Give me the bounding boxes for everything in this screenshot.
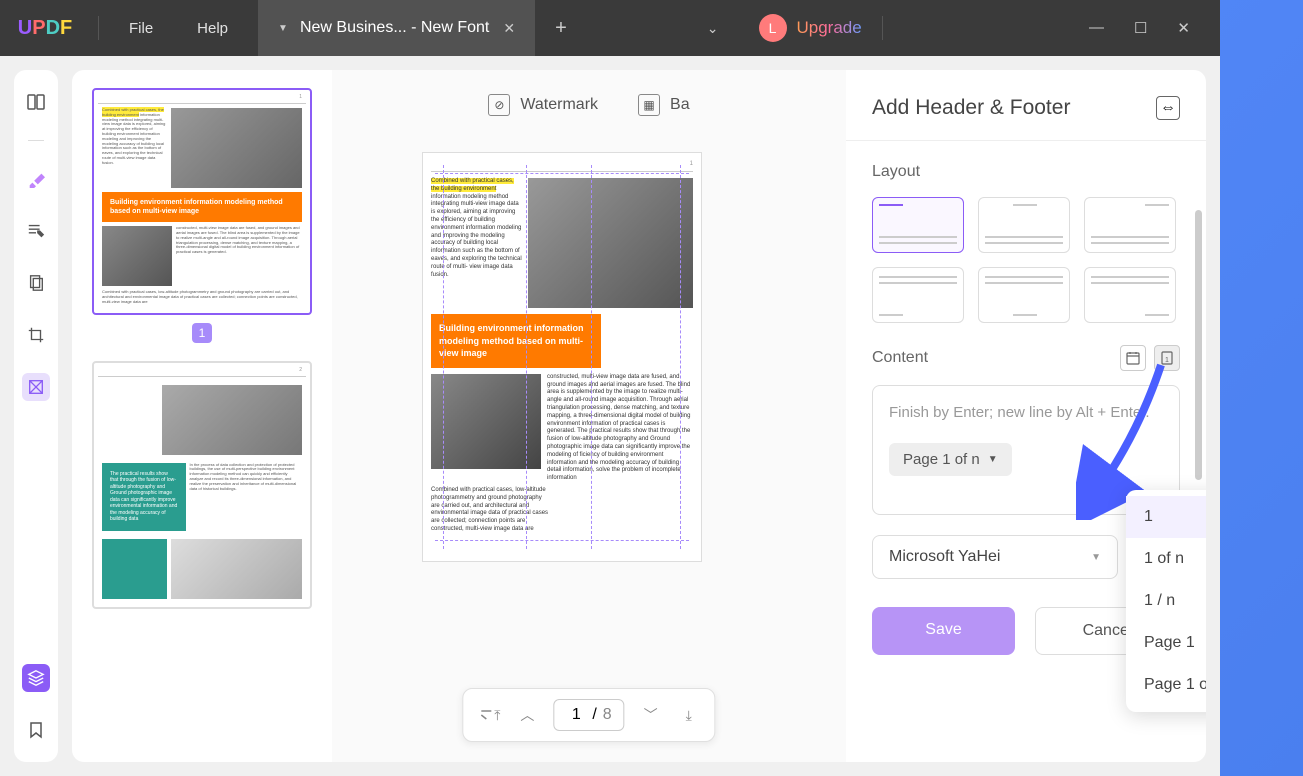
left-toolbar xyxy=(14,70,58,762)
upgrade-link[interactable]: Upgrade xyxy=(797,18,862,38)
thumb-callout: Building environment information modelin… xyxy=(102,192,302,222)
bookmark-tool-icon[interactable] xyxy=(22,716,50,744)
tab-title: New Busines... - New Font xyxy=(300,19,489,37)
dropdown-option-1-of-n[interactable]: 1 of n xyxy=(1126,538,1206,580)
highlight-tool-icon[interactable] xyxy=(22,165,50,193)
next-page-icon[interactable]: ﹀ xyxy=(639,703,663,727)
edit-tool-icon[interactable] xyxy=(22,217,50,245)
page-format-chip[interactable]: Page 1 of n ▼ xyxy=(889,443,1012,476)
thumbnail-page-2[interactable]: 2 The practical results show that throug… xyxy=(92,361,312,609)
prev-page-icon[interactable]: ︿ xyxy=(515,703,539,727)
avatar[interactable]: L xyxy=(759,14,787,42)
thumbnail-page-1[interactable]: 1 Combined with practical cases, the bui… xyxy=(92,88,312,315)
page-format-dropdown: 1 1 of n 1 / n Page 1 Page 1 of n xyxy=(1126,490,1206,712)
page-format-icon[interactable]: 1 xyxy=(1154,345,1180,371)
pages-tool-icon[interactable] xyxy=(22,269,50,297)
font-name: Microsoft YaHei xyxy=(889,548,1000,566)
watermark-icon: ⊘ xyxy=(488,94,510,116)
first-page-icon[interactable]: ⤒ xyxy=(477,703,501,727)
tab-close-icon[interactable]: ✕ xyxy=(503,20,515,37)
last-page-icon[interactable]: ⤓ xyxy=(677,703,701,727)
page-input[interactable] xyxy=(566,706,586,724)
page-total: 8 xyxy=(603,706,612,724)
reader-tool-icon[interactable] xyxy=(22,88,50,116)
chevron-down-icon: ▼ xyxy=(1091,552,1101,563)
maximize-icon[interactable]: ☐ xyxy=(1134,19,1147,37)
page-input-wrap: / 8 xyxy=(553,699,624,731)
font-select[interactable]: Microsoft YaHei ▼ xyxy=(872,535,1118,579)
dropdown-option-page-1[interactable]: Page 1 xyxy=(1126,622,1206,664)
watermark-label: Watermark xyxy=(520,96,598,114)
background-label: Ba xyxy=(670,96,690,114)
dropdown-option-1-slash-n[interactable]: 1 / n xyxy=(1126,580,1206,622)
dropdown-option-1[interactable]: 1 xyxy=(1126,496,1206,538)
background-icon: ▦ xyxy=(638,94,660,116)
layout-bottom-right[interactable] xyxy=(1084,267,1176,323)
tabs-overflow-icon[interactable]: ⌄ xyxy=(707,20,719,37)
crop-tool-icon[interactable] xyxy=(22,321,50,349)
menu-help[interactable]: Help xyxy=(175,20,250,37)
tab-dropdown-icon[interactable]: ▼ xyxy=(278,23,288,34)
divider xyxy=(28,140,44,141)
save-button[interactable]: Save xyxy=(872,607,1015,655)
page-chip-label: Page 1 of n xyxy=(903,451,980,468)
dropdown-option-page-1-of-n[interactable]: Page 1 of n xyxy=(1126,664,1206,706)
thumbnail-panel: 1 Combined with practical cases, the bui… xyxy=(72,70,332,762)
panel-title: Add Header & Footer xyxy=(872,96,1070,120)
header-footer-panel: Add Header & Footer ⇔ Layout xyxy=(846,70,1206,762)
layout-bottom-center[interactable] xyxy=(978,267,1070,323)
page-badge: 1 xyxy=(192,323,212,343)
background-tab[interactable]: ▦ Ba xyxy=(638,94,690,116)
upgrade-area[interactable]: L Upgrade xyxy=(759,14,862,42)
page-sep: / xyxy=(592,706,596,724)
content-label: Content xyxy=(872,349,928,367)
minimize-icon[interactable]: — xyxy=(1089,19,1104,37)
date-icon[interactable] xyxy=(1120,345,1146,371)
layout-top-center[interactable] xyxy=(978,197,1070,253)
app-logo[interactable]: UPDF xyxy=(0,17,90,40)
divider xyxy=(882,16,883,40)
document-preview[interactable]: 1 Combined with practical cases, the bui… xyxy=(422,152,702,562)
divider xyxy=(98,16,99,40)
layout-bottom-left[interactable] xyxy=(872,267,964,323)
document-tab[interactable]: ▼ New Busines... - New Font ✕ xyxy=(258,0,535,56)
layout-top-left[interactable] xyxy=(872,197,964,253)
layers-tool-icon[interactable] xyxy=(22,664,50,692)
layout-top-right[interactable] xyxy=(1084,197,1176,253)
fit-page-icon[interactable]: ⇔ xyxy=(1156,96,1180,120)
menu-file[interactable]: File xyxy=(107,20,175,37)
page-navigator: ⤒ ︿ / 8 ﹀ ⤓ xyxy=(462,688,715,742)
content-placeholder: Finish by Enter; new line by Alt + Enter… xyxy=(889,402,1163,425)
watermark-tool-icon[interactable] xyxy=(22,373,50,401)
add-tab-icon[interactable]: + xyxy=(555,17,567,40)
scrollbar[interactable] xyxy=(1195,210,1202,480)
close-icon[interactable]: ✕ xyxy=(1177,19,1190,37)
svg-text:1: 1 xyxy=(1165,357,1169,364)
watermark-tab[interactable]: ⊘ Watermark xyxy=(488,94,598,116)
chevron-down-icon: ▼ xyxy=(988,454,998,465)
layout-label: Layout xyxy=(872,163,1180,181)
document-canvas: ⊘ Watermark ▦ Ba 1 xyxy=(332,70,846,762)
titlebar: UPDF File Help ▼ New Busines... - New Fo… xyxy=(0,0,1220,56)
